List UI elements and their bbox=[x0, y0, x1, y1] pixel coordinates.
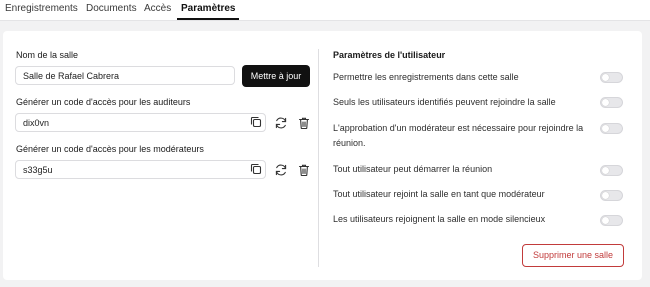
pref-label-join-as-moderator: Tout utilisateur rejoint la salle en tan… bbox=[333, 189, 545, 199]
pref-label-moderator-approval: L'approbation d'un modérateur est nécess… bbox=[333, 123, 584, 148]
pref-label-anyone-start: Tout utilisateur peut démarrer la réunio… bbox=[333, 164, 493, 174]
toggle-knob bbox=[602, 167, 609, 174]
toggle-authenticated-only[interactable] bbox=[600, 97, 623, 108]
toggle-recordings[interactable] bbox=[600, 72, 623, 83]
trash-icon[interactable] bbox=[297, 116, 311, 130]
toggle-muted-join[interactable] bbox=[600, 215, 623, 226]
viewer-code-label: Générer un code d'accès pour les auditeu… bbox=[16, 97, 191, 107]
pref-label-authenticated-only: Seuls les utilisateurs identifiés peuven… bbox=[333, 97, 556, 107]
delete-room-button[interactable]: Supprimer une salle bbox=[522, 244, 624, 267]
copy-icon[interactable] bbox=[249, 162, 263, 176]
moderator-code-value: s33g5u bbox=[23, 165, 53, 175]
toggle-knob bbox=[602, 192, 609, 199]
trash-icon[interactable] bbox=[297, 163, 311, 177]
toggle-join-as-moderator[interactable] bbox=[600, 190, 623, 201]
pref-label-recordings: Permettre les enregistrements dans cette… bbox=[333, 72, 519, 82]
column-divider bbox=[318, 49, 319, 267]
toggle-knob bbox=[602, 99, 609, 106]
refresh-icon[interactable] bbox=[274, 163, 288, 177]
tab-bar: Enregistrements Documents Accès Paramètr… bbox=[0, 0, 650, 21]
toggle-knob bbox=[602, 217, 609, 224]
moderator-code-label: Générer un code d'accès pour les modérat… bbox=[16, 144, 204, 154]
viewer-code-value: dix0vn bbox=[23, 118, 50, 128]
tab-recordings[interactable]: Enregistrements bbox=[5, 3, 78, 14]
update-room-name-button[interactable]: Mettre à jour bbox=[242, 65, 310, 87]
toggle-moderator-approval[interactable] bbox=[600, 123, 623, 134]
tab-settings[interactable]: Paramètres bbox=[176, 3, 241, 20]
tab-documents[interactable]: Documents bbox=[86, 3, 137, 14]
toggle-anyone-start[interactable] bbox=[600, 165, 623, 176]
tab-access[interactable]: Accès bbox=[144, 3, 171, 14]
moderator-code-field[interactable]: s33g5u bbox=[15, 160, 266, 179]
viewer-code-field[interactable]: dix0vn bbox=[15, 113, 266, 132]
toggle-knob bbox=[602, 125, 609, 132]
user-settings-title: Paramètres de l'utilisateur bbox=[333, 50, 446, 60]
room-name-label: Nom de la salle bbox=[16, 50, 79, 60]
refresh-icon[interactable] bbox=[274, 116, 288, 130]
pref-label-muted-join: Les utilisateurs rejoignent la salle en … bbox=[333, 214, 546, 224]
copy-icon[interactable] bbox=[249, 115, 263, 129]
room-name-input[interactable]: Salle de Rafael Cabrera bbox=[15, 66, 235, 85]
toggle-knob bbox=[602, 74, 609, 81]
